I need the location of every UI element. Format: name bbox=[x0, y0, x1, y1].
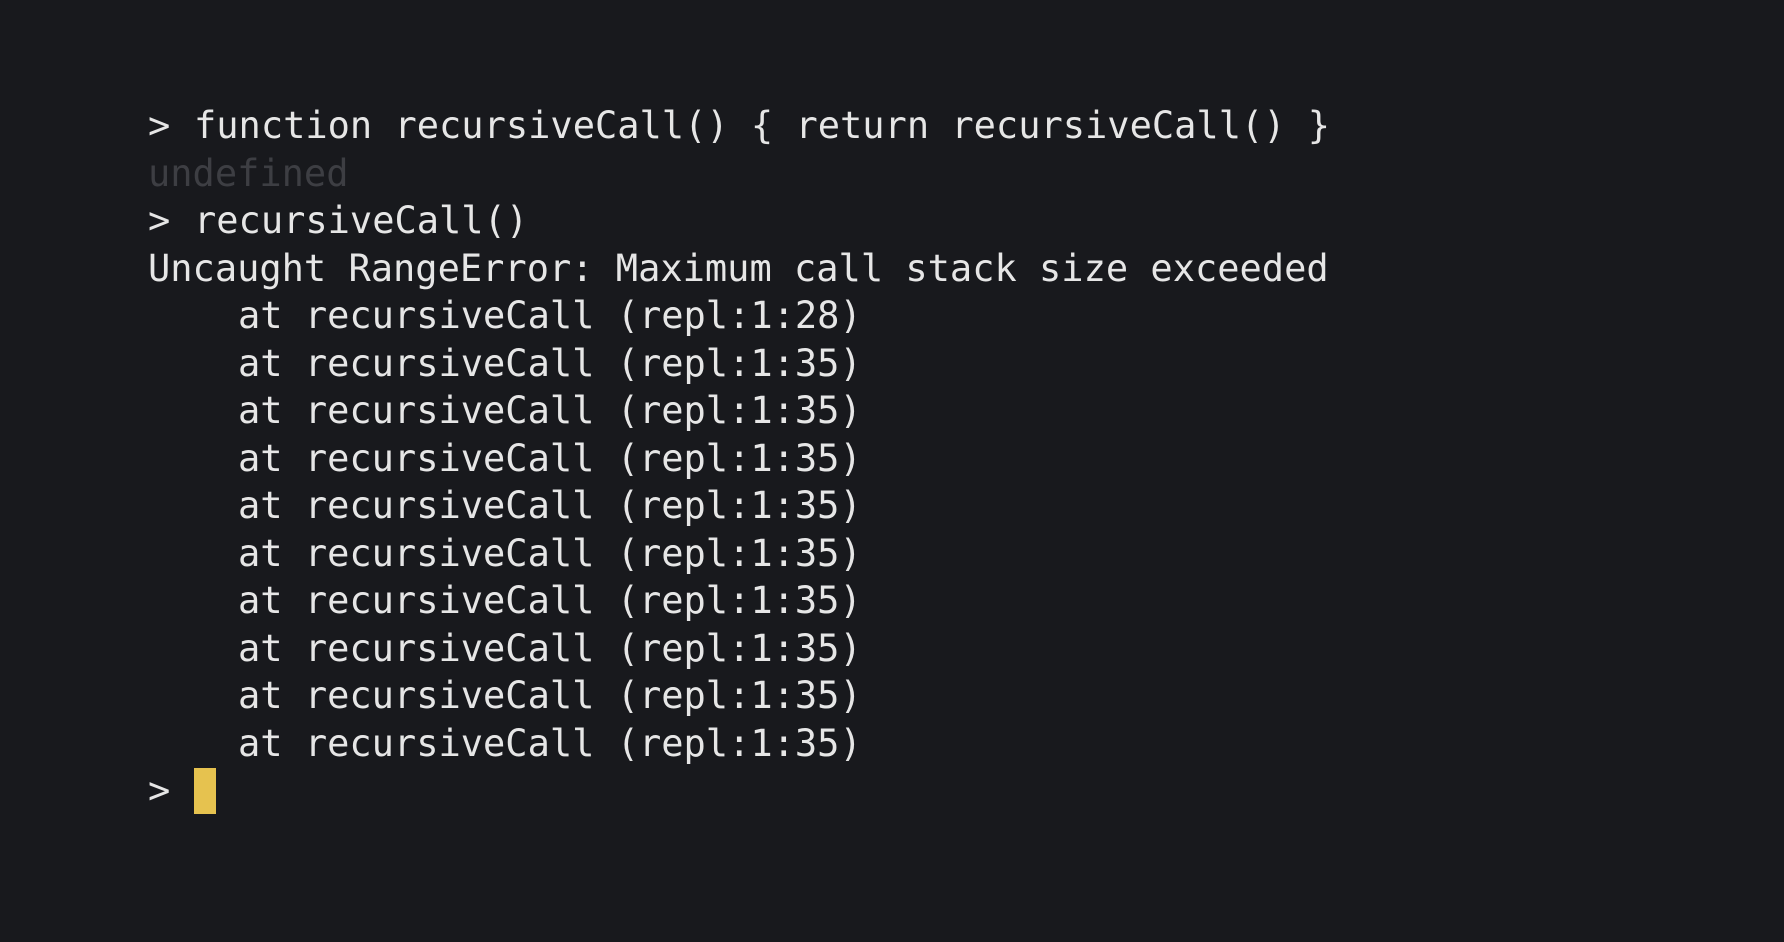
error-message: Uncaught RangeError: Maximum call stack … bbox=[148, 246, 1329, 290]
prompt-symbol: > bbox=[148, 104, 171, 147]
repl-input-line: > recursiveCall() bbox=[148, 197, 1784, 245]
repl-input-text: recursiveCall() bbox=[194, 199, 529, 242]
stack-trace-line: at recursiveCall (repl:1:28) bbox=[238, 294, 862, 337]
stack-trace-line: at recursiveCall (repl:1:35) bbox=[238, 721, 862, 765]
stack-trace-line: at recursiveCall (repl:1:35) bbox=[238, 484, 862, 527]
terminal-window[interactable]: > function recursiveCall() { return recur… bbox=[0, 0, 1784, 942]
stack-trace-line: at recursiveCall (repl:1:35) bbox=[238, 674, 862, 717]
repl-input-line: > function recursiveCall() { return recur… bbox=[148, 102, 1784, 150]
stack-trace-line: at recursiveCall (repl:1:35) bbox=[238, 341, 862, 385]
repl-input-text: function recursiveCall() { return recurs… bbox=[194, 104, 1331, 147]
stack-trace-line: at recursiveCall (repl:1:35) bbox=[238, 626, 862, 670]
text-cursor[interactable] bbox=[194, 767, 216, 814]
stack-trace-line: at recursiveCall (repl:1:35) bbox=[238, 389, 862, 432]
prompt-symbol: > bbox=[148, 769, 171, 812]
active-prompt-line[interactable]: > bbox=[148, 767, 1784, 815]
prompt-symbol: > bbox=[148, 199, 171, 242]
stack-trace-line: at recursiveCall (repl:1:35) bbox=[238, 531, 862, 575]
stack-trace-line: at recursiveCall (repl:1:35) bbox=[238, 579, 862, 622]
stack-trace-line: at recursiveCall (repl:1:35) bbox=[238, 436, 862, 480]
repl-result-line: undefined bbox=[148, 151, 349, 195]
